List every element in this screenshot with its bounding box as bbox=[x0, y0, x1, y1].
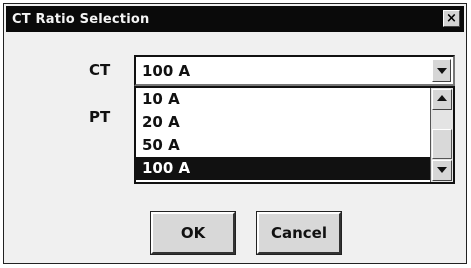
scroll-up-button[interactable] bbox=[432, 89, 452, 110]
scroll-up-icon bbox=[437, 95, 447, 101]
list-scrollbar[interactable] bbox=[430, 88, 453, 182]
close-icon[interactable]: × bbox=[443, 10, 460, 27]
pt-label: PT bbox=[89, 108, 111, 126]
ct-option-100a[interactable]: 100 A bbox=[136, 157, 430, 180]
cancel-button[interactable]: Cancel bbox=[256, 211, 342, 255]
ct-ratio-value: 100 A bbox=[142, 62, 191, 80]
title-bar[interactable]: CT Ratio Selection × bbox=[6, 6, 464, 32]
chevron-down-icon bbox=[437, 68, 447, 74]
scroll-down-button[interactable] bbox=[432, 160, 452, 181]
ct-option-10a[interactable]: 10 A bbox=[136, 88, 430, 111]
ct-option-20a[interactable]: 20 A bbox=[136, 111, 430, 134]
scroll-thumb[interactable] bbox=[432, 129, 452, 159]
ct-label: CT bbox=[89, 61, 111, 79]
ct-ratio-select[interactable]: 100 A bbox=[134, 55, 455, 86]
ct-option-50a[interactable]: 50 A bbox=[136, 134, 430, 157]
dropdown-button[interactable] bbox=[432, 59, 451, 82]
scroll-down-icon bbox=[437, 167, 447, 173]
dialog-title: CT Ratio Selection bbox=[12, 11, 150, 27]
ok-button[interactable]: OK bbox=[150, 211, 236, 255]
ct-ratio-dropdown-list[interactable]: 10 A 20 A 50 A 100 A bbox=[134, 86, 455, 184]
